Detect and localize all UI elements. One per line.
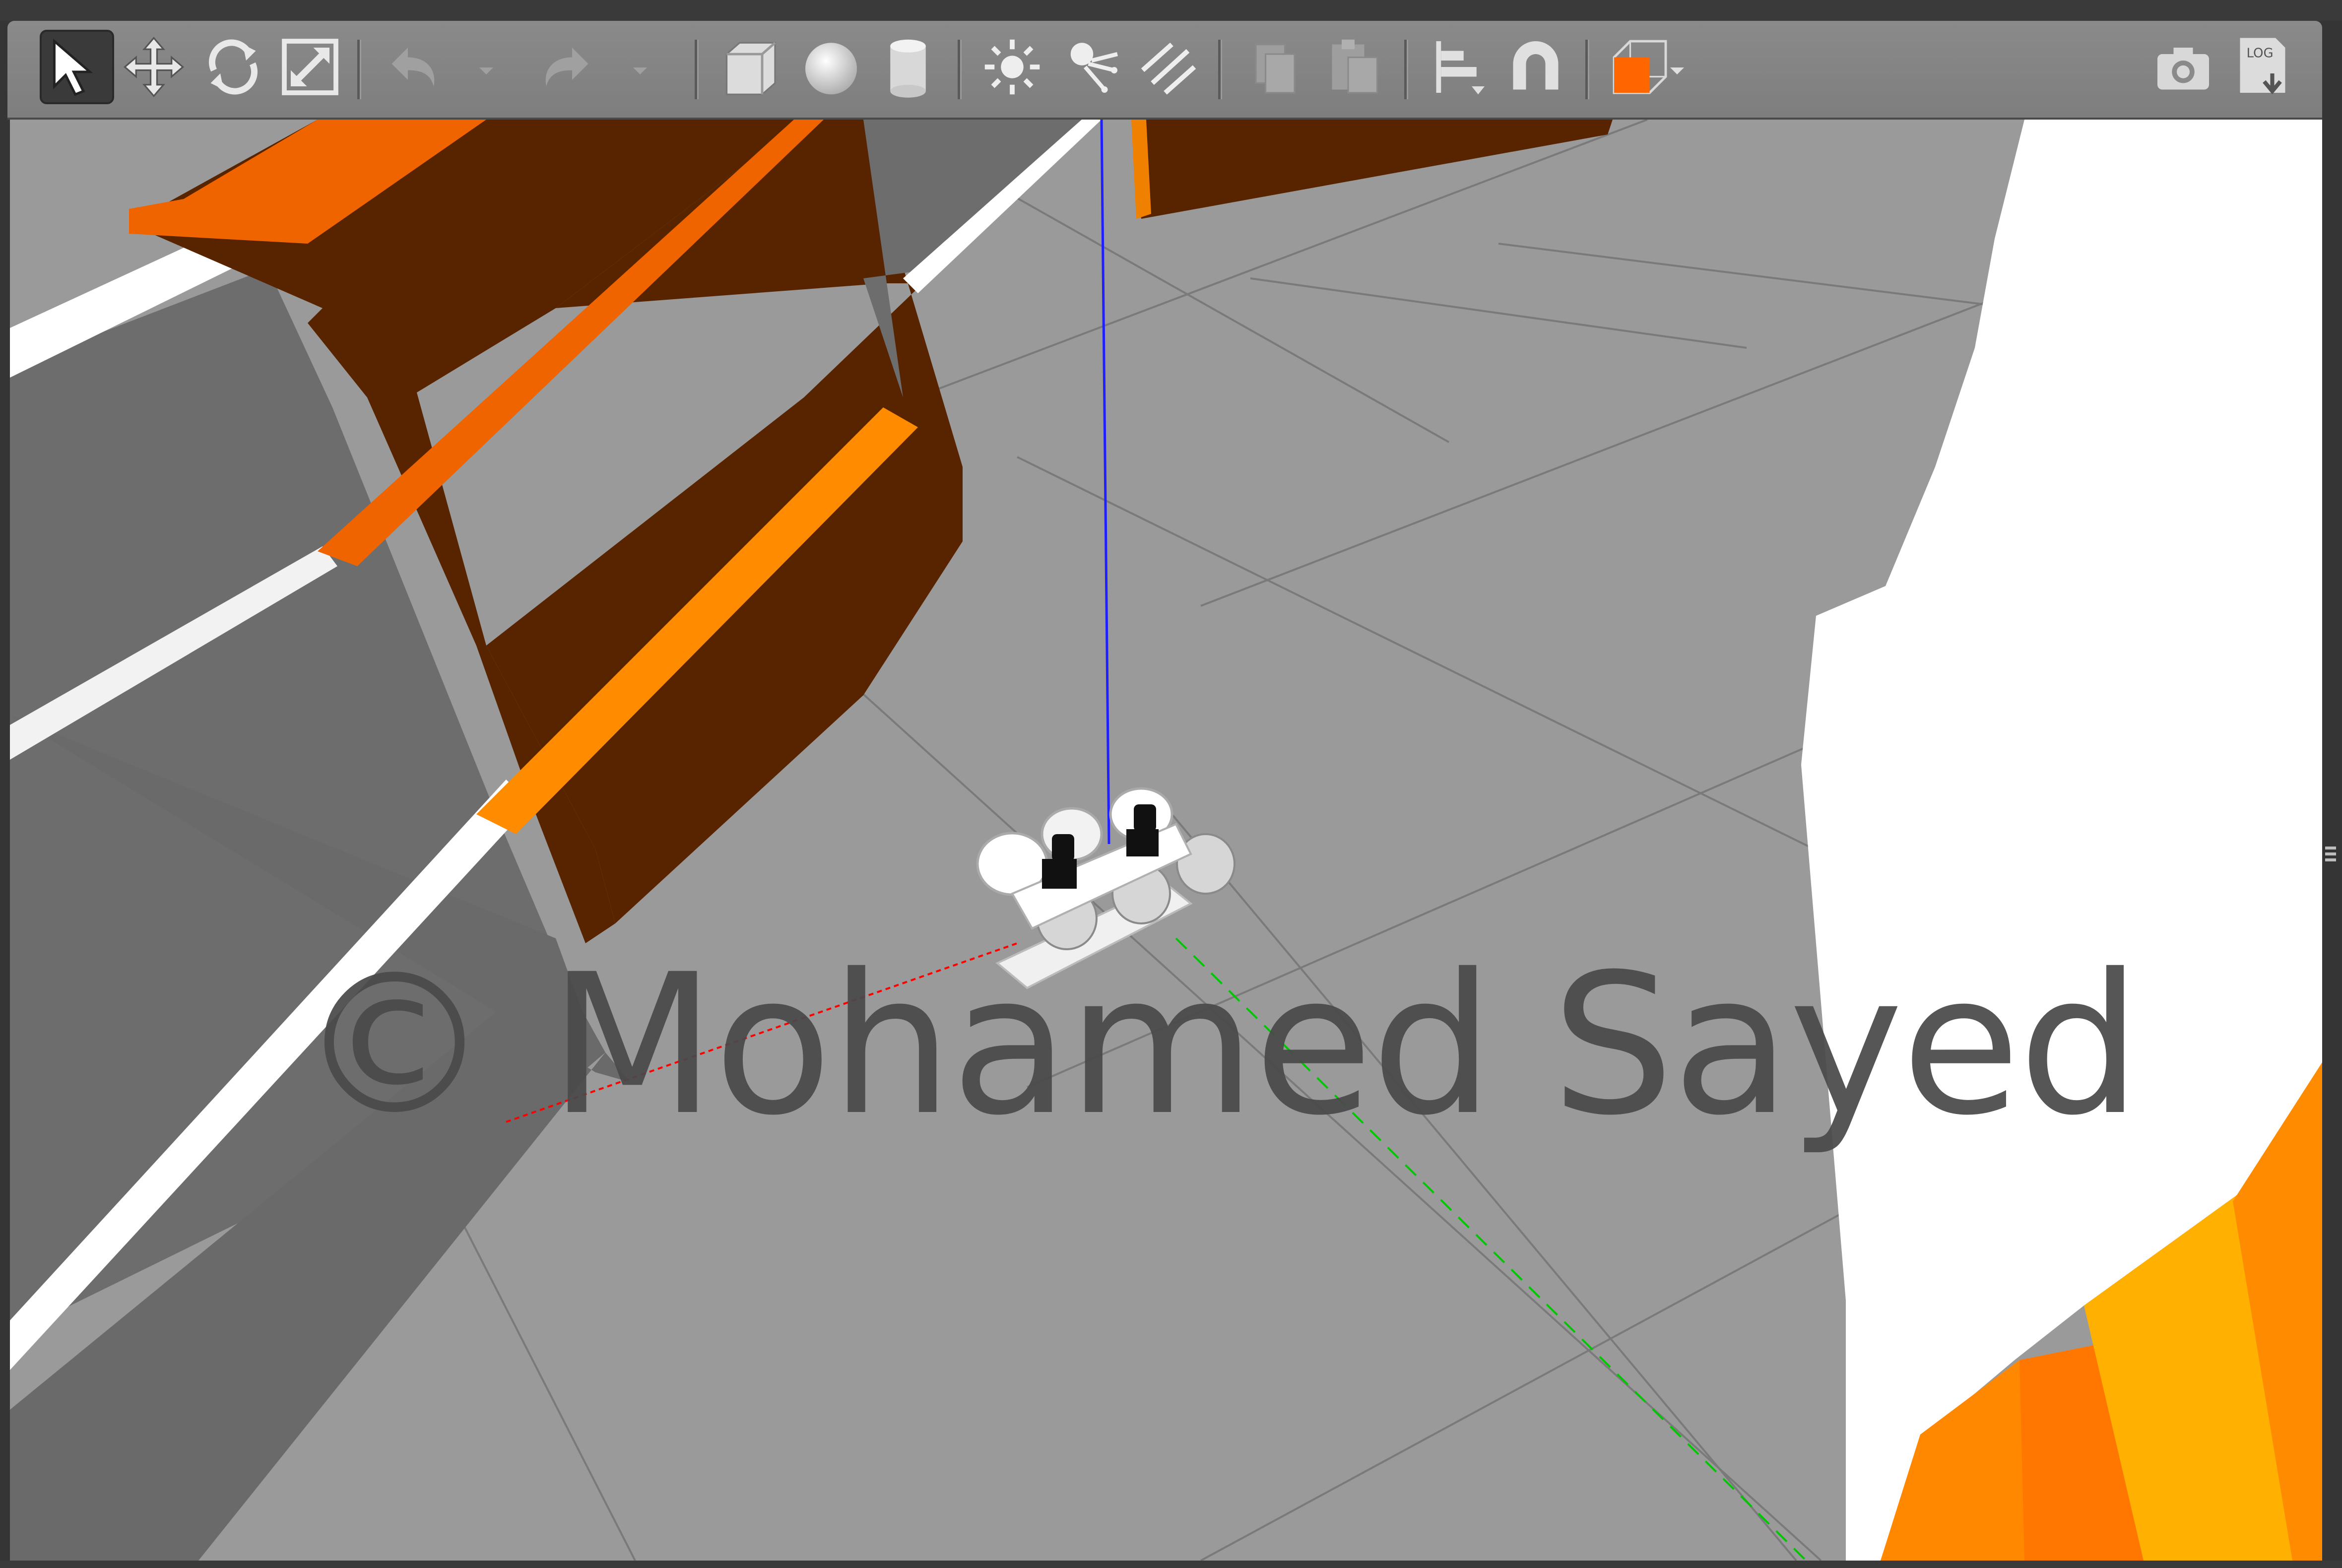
side-panel-handle[interactable] <box>2325 844 2336 873</box>
gazebo-window: LOG © Mohamed Sayed <box>0 0 2342 1568</box>
redo-button[interactable] <box>528 30 603 104</box>
toolbar: LOG <box>7 21 2322 120</box>
sphere-icon <box>805 43 857 95</box>
directional-light-icon <box>1141 42 1196 95</box>
undo-dropdown[interactable] <box>471 51 501 90</box>
toolbar-separator <box>958 40 962 99</box>
redo-dropdown[interactable] <box>625 51 655 90</box>
snap-button[interactable] <box>1498 30 1573 104</box>
log-button[interactable]: LOG <box>2225 30 2300 104</box>
undo-icon <box>391 48 435 86</box>
chevron-down-icon <box>633 67 647 74</box>
simulation-scene <box>10 120 2322 1561</box>
toolbar-separator <box>357 40 361 99</box>
window-top-strip <box>0 0 2342 21</box>
toolbar-separator <box>1218 40 1222 99</box>
translate-mode-button[interactable] <box>117 30 191 104</box>
3d-viewport[interactable]: © Mohamed Sayed <box>10 120 2322 1561</box>
spot-light-icon <box>1070 43 1118 93</box>
view-angle-dropdown[interactable] <box>1662 51 1692 90</box>
toolbar-separator <box>1585 40 1589 99</box>
cylinder-icon <box>890 39 926 98</box>
copy-icon <box>1255 43 1296 94</box>
cylinder-shape-button[interactable] <box>871 30 945 104</box>
log-label: LOG <box>2247 46 2274 61</box>
chevron-down-icon <box>1670 67 1684 74</box>
screenshot-button[interactable] <box>2146 30 2220 104</box>
box-icon <box>725 42 776 95</box>
directional-light-button[interactable] <box>1131 30 1206 104</box>
align-button[interactable] <box>1422 30 1496 104</box>
magnet-icon <box>1513 41 1559 90</box>
paste-button[interactable] <box>1317 30 1392 104</box>
select-mode-button[interactable] <box>40 30 114 104</box>
camera-icon <box>2157 48 2209 90</box>
sphere-shape-button[interactable] <box>794 30 868 104</box>
scale-mode-button[interactable] <box>273 30 347 104</box>
chevron-down-icon <box>479 67 493 74</box>
scale-icon <box>282 39 338 95</box>
undo-button[interactable] <box>377 30 452 104</box>
spot-light-button[interactable] <box>1054 30 1129 104</box>
point-light-icon <box>984 39 1040 95</box>
log-icon: LOG <box>2240 38 2285 95</box>
align-icon <box>1436 41 1485 95</box>
redo-icon <box>545 48 588 86</box>
toolbar-separator <box>1404 40 1408 99</box>
rotate-mode-button[interactable] <box>196 30 270 104</box>
arrow-pointer-icon <box>53 38 93 96</box>
point-light-button[interactable] <box>975 30 1049 104</box>
toolbar-separator <box>695 40 699 99</box>
watermark: © Mohamed Sayed <box>298 932 2141 1158</box>
copy-button[interactable] <box>1238 30 1312 104</box>
box-shape-button[interactable] <box>712 30 786 104</box>
move-arrows-icon <box>124 37 184 97</box>
paste-icon <box>1332 39 1378 94</box>
rotate-icon <box>209 39 258 95</box>
bottom-bar <box>0 1561 2342 1568</box>
